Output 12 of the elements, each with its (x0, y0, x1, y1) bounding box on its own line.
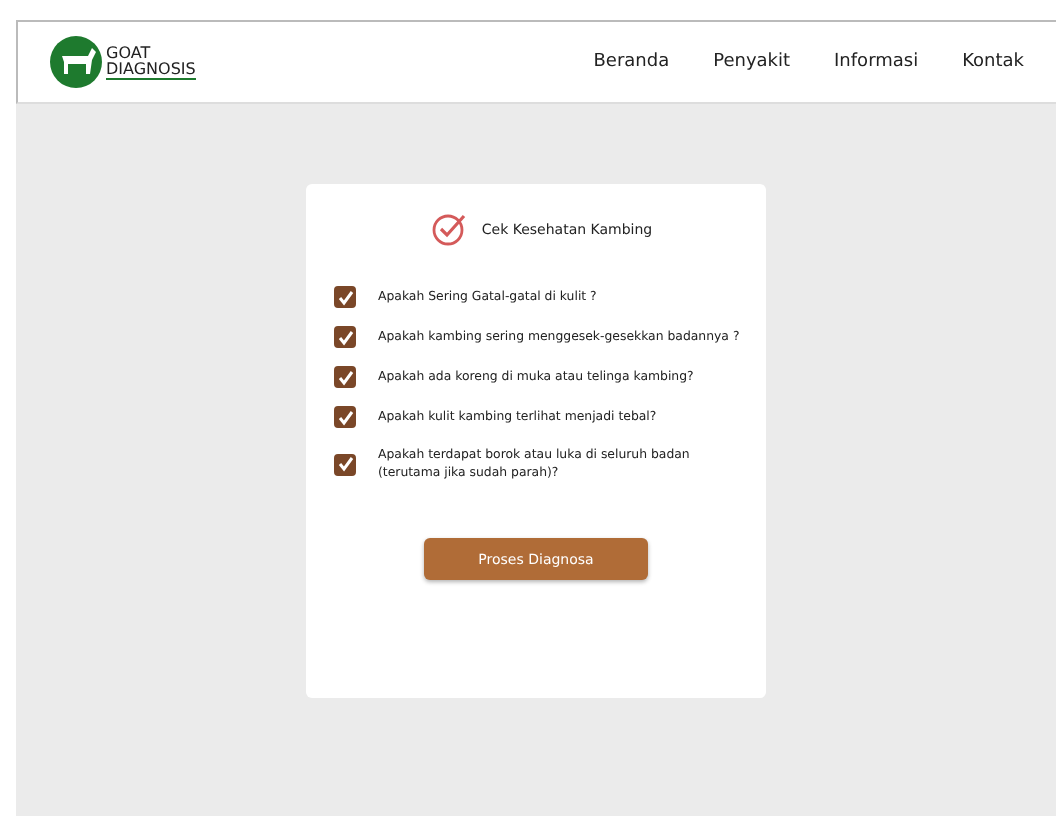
checkbox[interactable] (334, 326, 356, 348)
checkbox[interactable] (334, 366, 356, 388)
checkbox[interactable] (334, 406, 356, 428)
check-circle-icon (431, 212, 466, 246)
nav-link[interactable]: Penyakit (713, 52, 791, 72)
nav-link[interactable]: Informasi (834, 52, 919, 72)
goat-logo-icon (50, 36, 102, 88)
logo-text: GOAT DIAGNOSIS (106, 45, 196, 79)
checkbox[interactable] (334, 453, 356, 475)
nav-link[interactable]: Kontak (962, 52, 1024, 72)
checkbox[interactable] (334, 286, 356, 308)
nav-link[interactable]: Beranda (593, 52, 670, 72)
